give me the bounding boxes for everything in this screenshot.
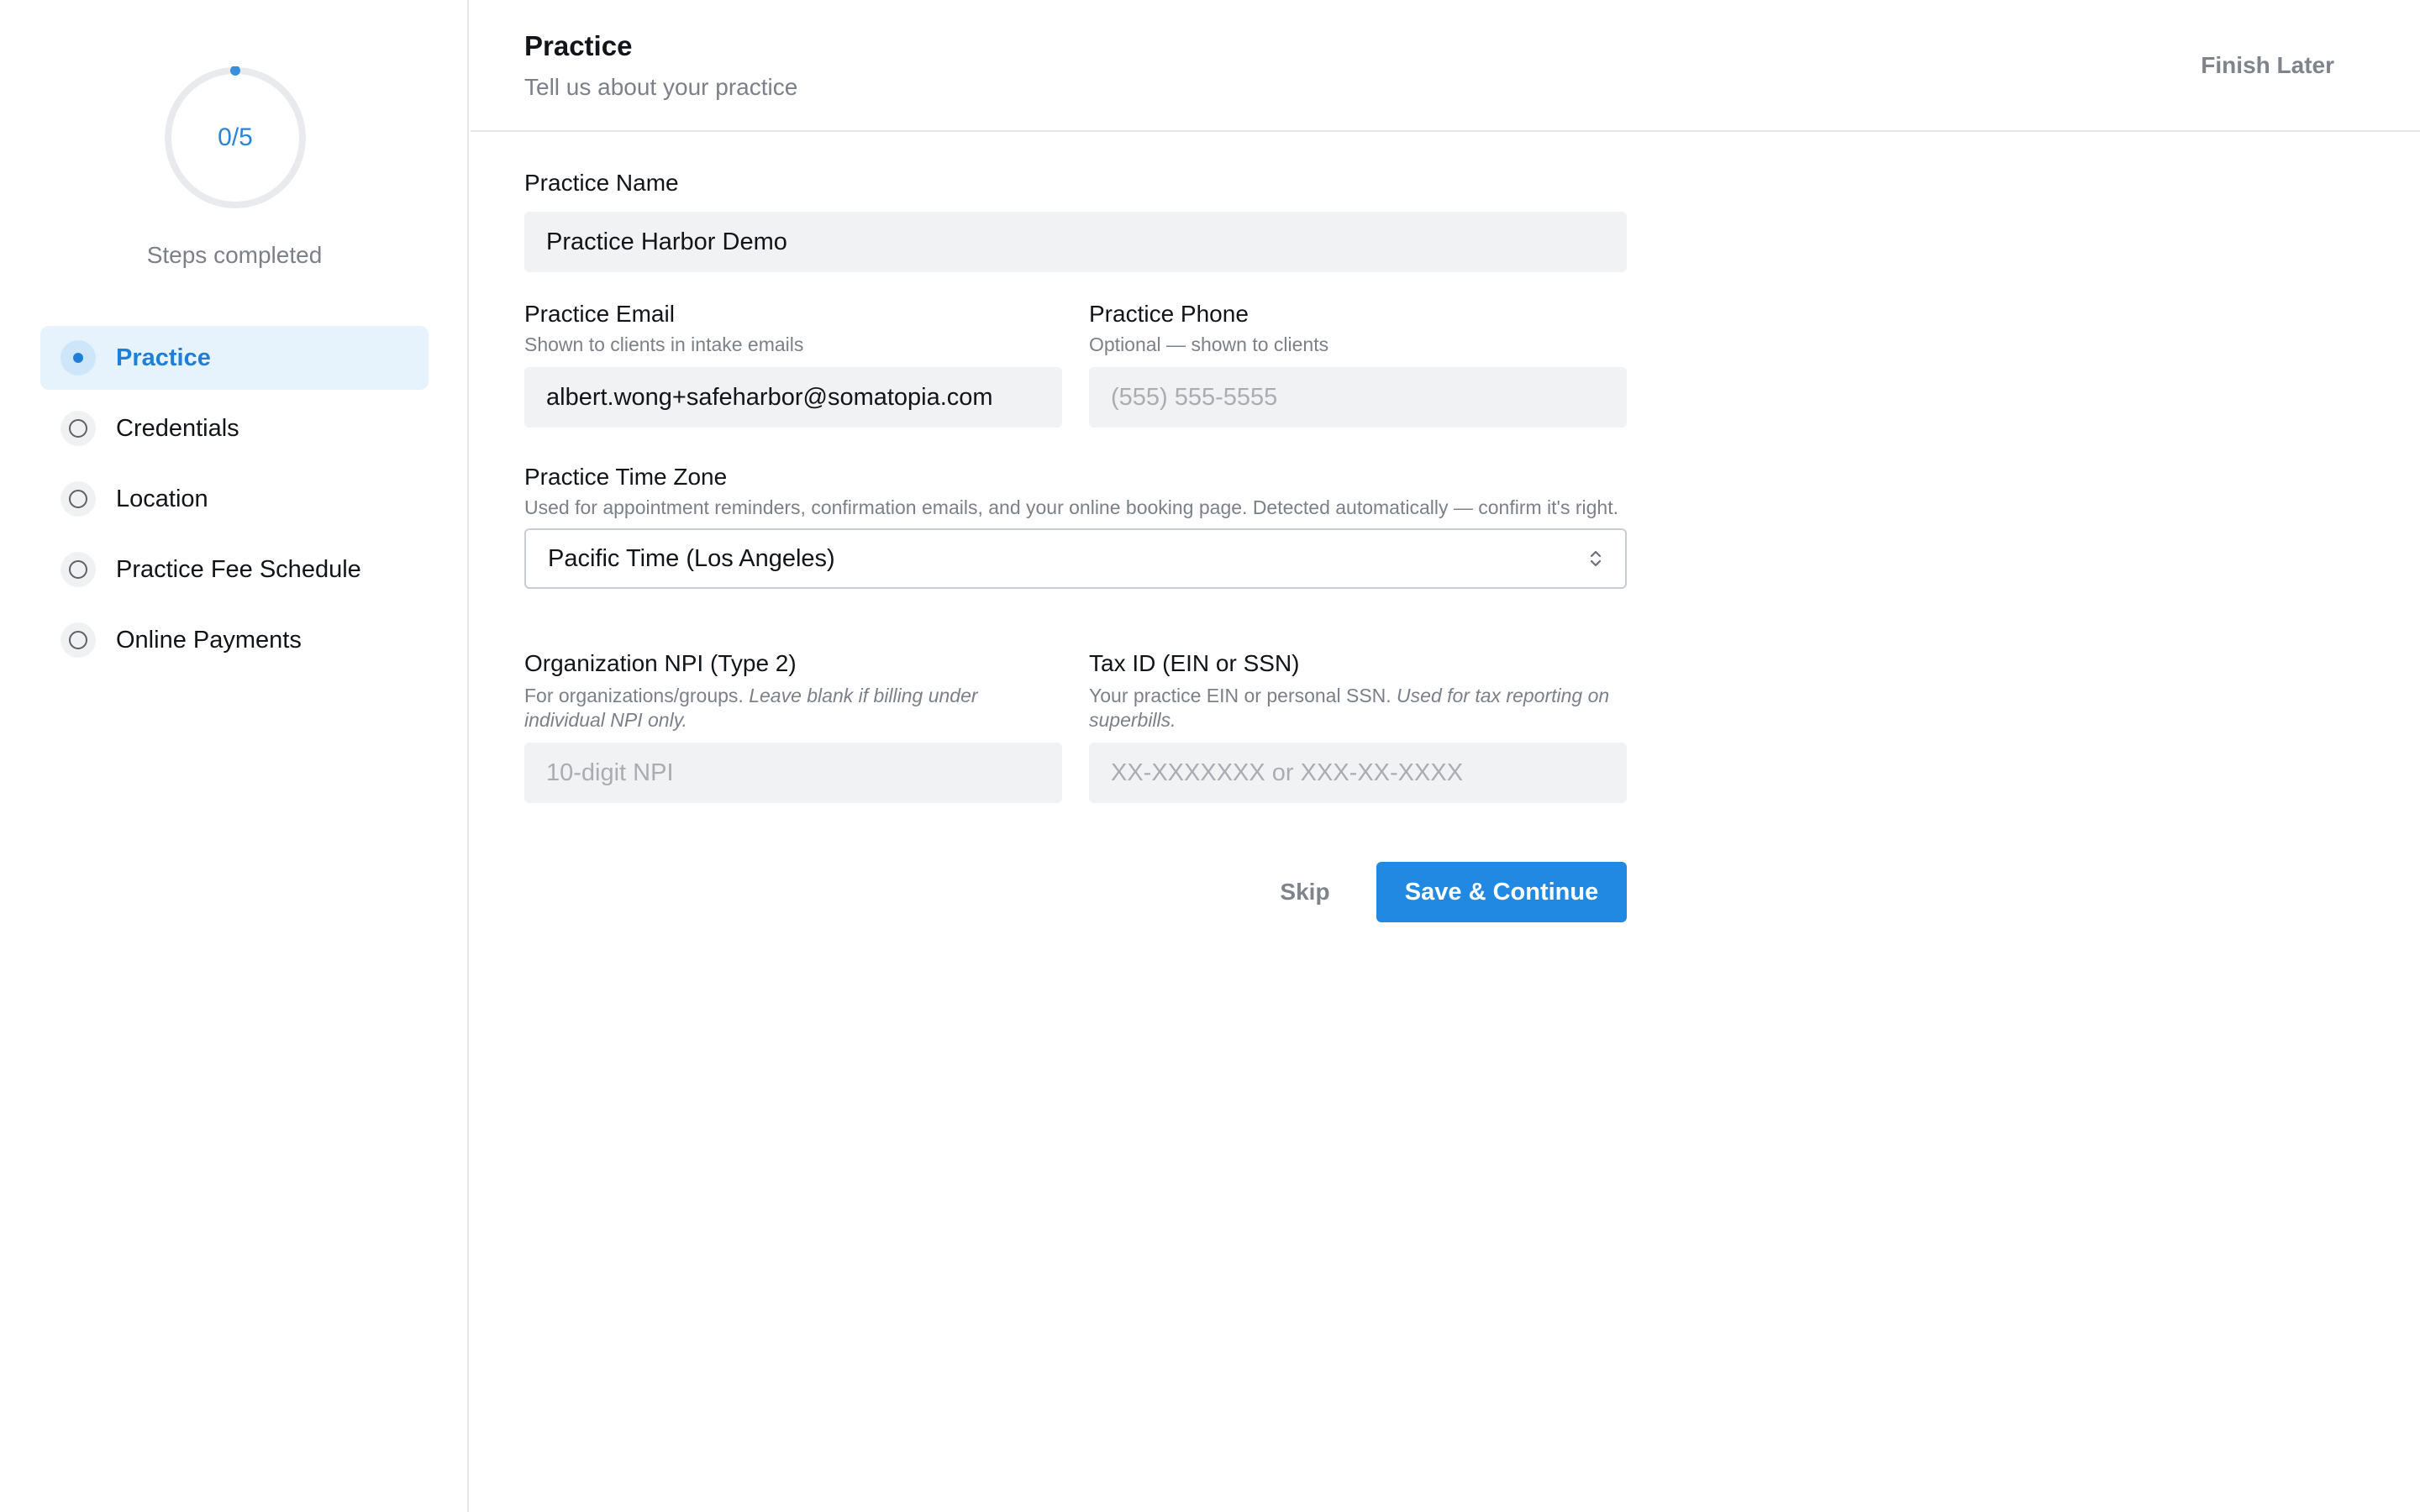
- skip-button[interactable]: Skip: [1267, 862, 1343, 922]
- save-continue-button[interactable]: Save & Continue: [1376, 862, 1627, 922]
- sidebar: 0/5 Steps completed Practice Credentials…: [0, 0, 469, 1512]
- page-header: Practice Tell us about your practice Fin…: [471, 0, 2420, 132]
- step-label: Location: [116, 485, 208, 512]
- tax-id-hint: Your practice EIN or personal SSN. Used …: [1089, 684, 1627, 732]
- step-pending-icon: [60, 411, 96, 446]
- step-pending-icon: [60, 481, 96, 517]
- steps-caption: Steps completed: [146, 242, 323, 268]
- practice-email-field: Practice Email Shown to clients in intak…: [524, 301, 1062, 428]
- step-item-location[interactable]: Location: [40, 467, 429, 531]
- onboarding-app: 0/5 Steps completed Practice Credentials…: [0, 0, 2420, 1512]
- time-zone-select[interactable]: Pacific Time (Los Angeles): [524, 528, 1627, 589]
- step-pending-icon: [60, 622, 96, 658]
- step-item-practice[interactable]: Practice: [40, 326, 429, 390]
- npi-field: Organization NPI (Type 2) For organizati…: [524, 650, 1062, 803]
- time-zone-value: Pacific Time (Los Angeles): [548, 544, 835, 572]
- step-label: Credentials: [116, 414, 239, 442]
- practice-phone-input[interactable]: (555) 555-5555: [1089, 367, 1627, 428]
- tax-id-input[interactable]: XX-XXXXXXX or XXX-XX-XXXX: [1089, 743, 1627, 803]
- practice-name-field: Practice Name Practice Harbor Demo: [524, 170, 1627, 272]
- time-zone-field: Practice Time Zone Used for appointment …: [524, 464, 1627, 589]
- tax-id-hint-text: Your practice EIN or personal SSN.: [1089, 685, 1397, 706]
- tax-id-field: Tax ID (EIN or SSN) Your practice EIN or…: [1089, 650, 1627, 803]
- step-label: Practice Fee Schedule: [116, 555, 361, 583]
- practice-phone-field: Practice Phone Optional — shown to clien…: [1089, 301, 1627, 428]
- step-label: Online Payments: [116, 626, 302, 654]
- npi-label: Organization NPI (Type 2): [524, 650, 797, 676]
- practice-name-label: Practice Name: [524, 170, 679, 196]
- chevron-up-down-icon: [1590, 550, 1602, 567]
- practice-phone-label: Practice Phone: [1089, 301, 1249, 327]
- progress-count: 0/5: [218, 123, 253, 151]
- practice-email-label: Practice Email: [524, 301, 675, 327]
- time-zone-label: Practice Time Zone: [524, 464, 728, 490]
- practice-email-input[interactable]: albert.wong+safeharbor@somatopia.com: [524, 367, 1062, 428]
- step-item-online-payments[interactable]: Online Payments: [40, 608, 429, 672]
- npi-hint: For organizations/groups. Leave blank if…: [524, 684, 1062, 732]
- npi-hint-text: For organizations/groups.: [524, 685, 750, 706]
- finish-later-button[interactable]: Finish Later: [2201, 52, 2334, 79]
- practice-email-hint: Shown to clients in intake emails: [524, 333, 804, 355]
- step-item-fee-schedule[interactable]: Practice Fee Schedule: [40, 538, 429, 601]
- tax-id-label: Tax ID (EIN or SSN): [1089, 650, 1300, 676]
- practice-name-input[interactable]: Practice Harbor Demo: [524, 212, 1627, 272]
- step-active-icon: [60, 340, 96, 375]
- step-pending-icon: [60, 552, 96, 587]
- progress-ring: 0/5: [164, 66, 307, 209]
- step-label: Practice: [116, 344, 211, 371]
- steps-nav: Practice Credentials Location Practice F…: [40, 326, 429, 679]
- practice-phone-hint: Optional — shown to clients: [1089, 333, 1329, 355]
- time-zone-hint: Used for appointment reminders, confirma…: [524, 496, 1618, 518]
- npi-input[interactable]: 10-digit NPI: [524, 743, 1062, 803]
- step-item-credentials[interactable]: Credentials: [40, 396, 429, 460]
- page-subtitle: Tell us about your practice: [524, 74, 798, 100]
- page-title: Practice: [524, 30, 633, 61]
